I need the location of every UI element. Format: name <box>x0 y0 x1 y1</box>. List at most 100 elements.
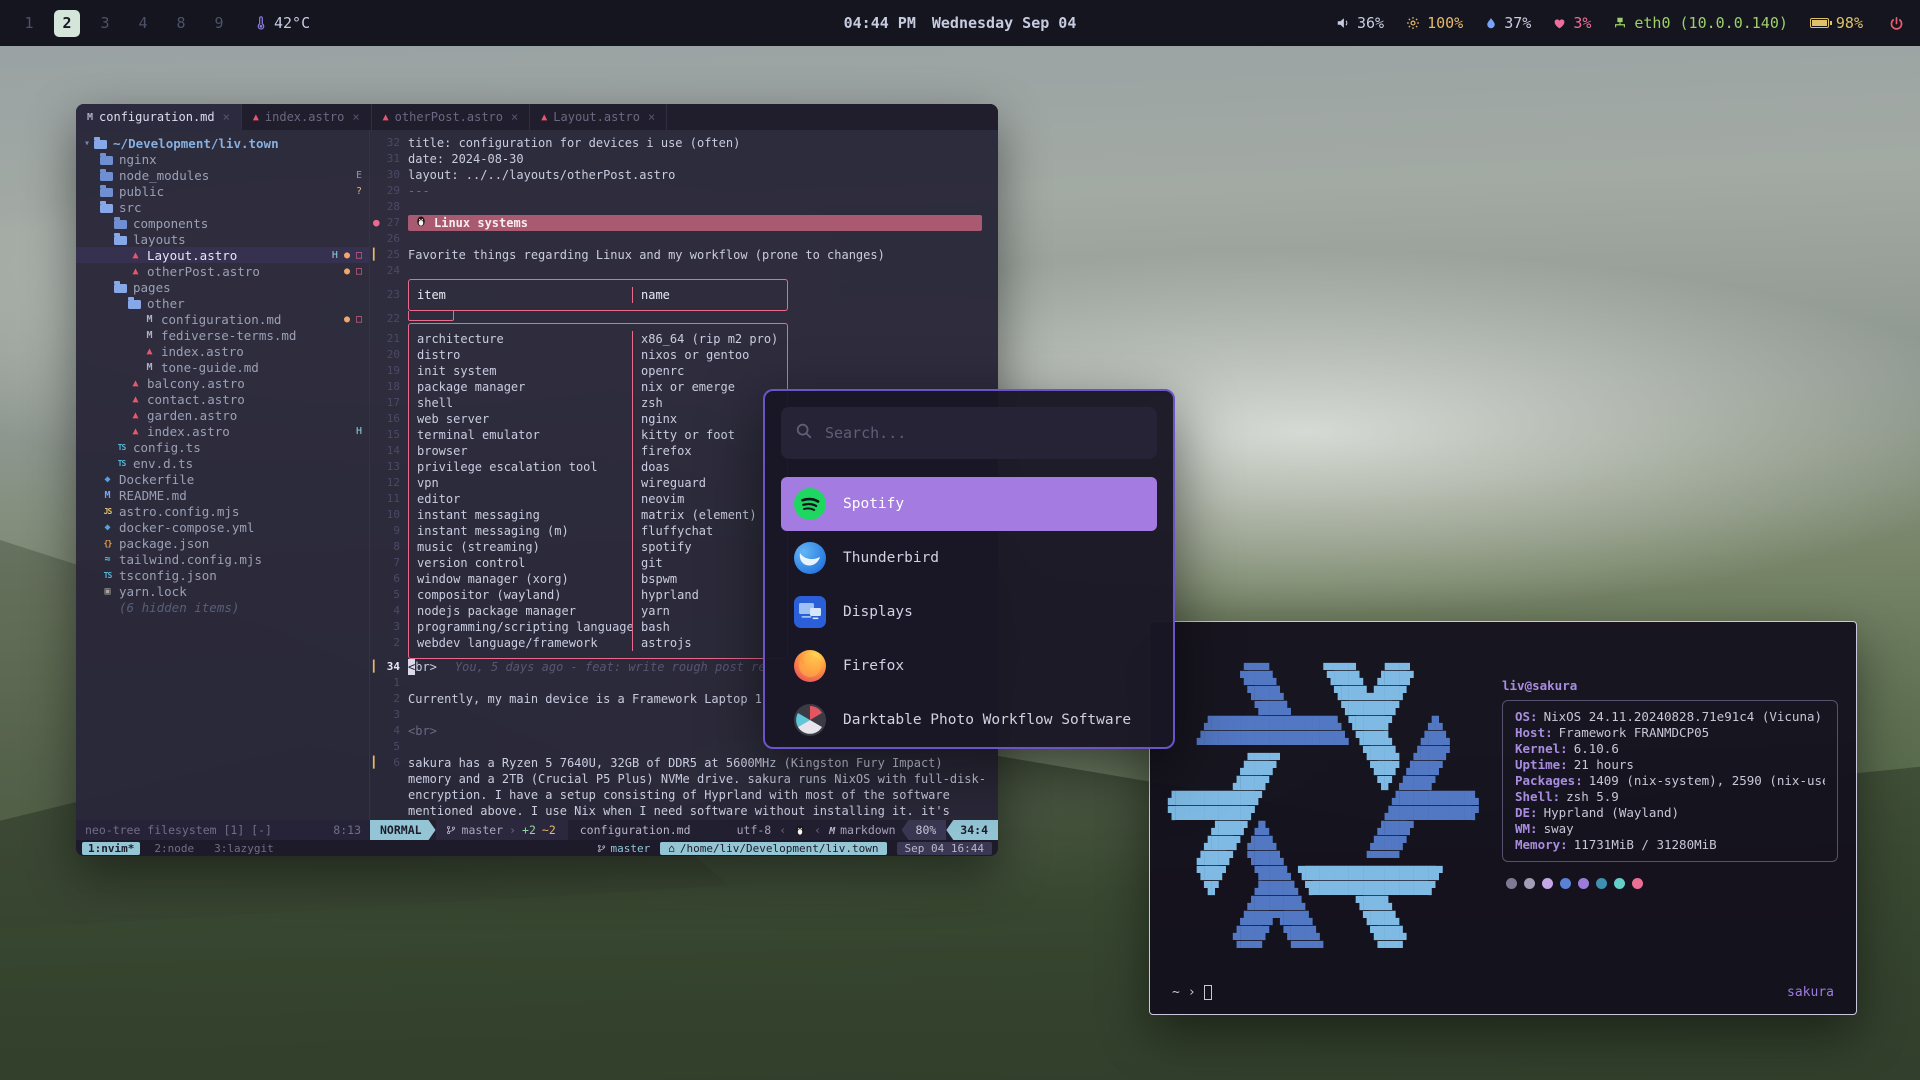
tree-item-label: tailwind.config.mjs <box>119 552 262 567</box>
tree-item-other[interactable]: other <box>76 295 369 311</box>
tree-item-6-hidden-items[interactable]: (6 hidden items) <box>76 599 369 615</box>
buffer-line: 32title: configuration for devices i use… <box>370 135 986 151</box>
tree-item-env.d.ts[interactable]: TSenv.d.ts <box>76 455 369 471</box>
tree-item-components[interactable]: components <box>76 215 369 231</box>
volume-module[interactable]: 36% <box>1336 14 1384 32</box>
tree-item-astro.config.mjs[interactable]: JSastro.config.mjs <box>76 503 369 519</box>
diff-added-count: +2 <box>522 823 536 837</box>
tree-item-layout.astro[interactable]: ▲Layout.astroH●□ <box>76 247 369 263</box>
tree-item-configuration.md[interactable]: Mconfiguration.md●□ <box>76 311 369 327</box>
tmux-window-3[interactable]: 3:lazygit <box>208 842 280 855</box>
launcher-item-spotify[interactable]: Spotify <box>781 477 1157 531</box>
tab-configuration.md[interactable]: Mconfiguration.md× <box>76 104 242 130</box>
launcher-item-darktable-photo-workflow-software[interactable]: Darktable Photo Workflow Software <box>781 693 1157 747</box>
search-input[interactable] <box>823 423 1143 443</box>
tree-item-label: index.astro <box>147 424 230 439</box>
separator-icon <box>509 823 516 837</box>
tree-item-tone-guide.md[interactable]: Mtone-guide.md <box>76 359 369 375</box>
field-label: Packages: <box>1515 773 1583 789</box>
buffer-line <box>370 303 986 311</box>
launcher-item-firefox[interactable]: Firefox <box>781 639 1157 693</box>
workspace-4[interactable]: 4 <box>130 10 156 37</box>
tree-item-index.astro[interactable]: ▲index.astroH <box>76 423 369 439</box>
tree-item-docker-compose.yml[interactable]: ◆docker-compose.yml <box>76 519 369 535</box>
fetch-field-wm: WM:sway <box>1515 821 1825 837</box>
field-label: WM: <box>1515 821 1538 837</box>
tree-item-garden.astro[interactable]: ▲garden.astro <box>76 407 369 423</box>
line-number: 4 <box>370 723 400 739</box>
table-row: init systemopenrc <box>408 363 788 379</box>
astro-icon: ▲ <box>142 346 157 357</box>
tree-item-contact.astro[interactable]: ▲contact.astro <box>76 391 369 407</box>
tree-item-label: tsconfig.json <box>119 568 217 583</box>
buffer-text: date: 2024-08-30 <box>408 151 524 167</box>
folder-open-icon <box>94 140 107 149</box>
close-icon[interactable]: × <box>223 110 230 124</box>
buffer-text: title: configuration for devices i use (… <box>408 135 740 151</box>
close-icon[interactable]: × <box>648 110 655 124</box>
launcher-search[interactable] <box>781 407 1157 459</box>
tree-item-dockerfile[interactable]: ◆Dockerfile <box>76 471 369 487</box>
tmux-window-2[interactable]: 2:node <box>148 842 200 855</box>
tree-item-label: pages <box>133 280 171 295</box>
tree-item-public[interactable]: public? <box>76 183 369 199</box>
tmux-window-1[interactable]: 1:nvim* <box>82 842 140 855</box>
tree-item-tsconfig.json[interactable]: TStsconfig.json <box>76 567 369 583</box>
speaker-icon <box>1336 16 1350 30</box>
tree-item-package.json[interactable]: {}package.json <box>76 535 369 551</box>
field-label: Uptime: <box>1515 757 1568 773</box>
launcher-item-thunderbird[interactable]: Thunderbird <box>781 531 1157 585</box>
tree-item-tailwind.config.mjs[interactable]: ≈tailwind.config.mjs <box>76 551 369 567</box>
battery-module[interactable]: 98% <box>1810 14 1863 32</box>
tree-item-label: env.d.ts <box>133 456 193 471</box>
tree-root[interactable]: ▾~/Development/liv.town <box>76 135 369 151</box>
table-border <box>408 323 788 331</box>
workspace-8[interactable]: 8 <box>168 10 194 37</box>
table-cell-item: version control <box>409 555 633 571</box>
tree-item-src[interactable]: src <box>76 199 369 215</box>
line-number: 18 <box>370 379 400 395</box>
tree-item-label: configuration.md <box>161 312 281 327</box>
disk-module[interactable]: 37% <box>1485 14 1531 32</box>
close-icon[interactable]: × <box>352 110 359 124</box>
shell-prompt[interactable]: ~ › sakura <box>1172 985 1834 1000</box>
network-module[interactable]: eth0 (10.0.0.140) <box>1613 14 1788 32</box>
launcher-item-displays[interactable]: Displays <box>781 585 1157 639</box>
tree-item-layouts[interactable]: layouts <box>76 231 369 247</box>
buffer-paragraph: sakura has a Ryzen 5 7640U, 32GB of DDR5… <box>408 755 986 820</box>
temperature-module[interactable]: 42°C <box>254 14 310 32</box>
workspace-1[interactable]: 1 <box>16 10 42 37</box>
workspace-9[interactable]: 9 <box>206 10 232 37</box>
power-module[interactable] <box>1889 16 1904 31</box>
tmux-branch-name: master <box>610 842 650 855</box>
close-icon[interactable]: × <box>511 110 518 124</box>
tree-item-index.astro[interactable]: ▲index.astro <box>76 343 369 359</box>
tree-item-fediverse-terms.md[interactable]: Mfediverse-terms.md <box>76 327 369 343</box>
tab-layout.astro[interactable]: ▲Layout.astro× <box>530 104 667 130</box>
table-cell-item: vpn <box>409 475 633 491</box>
tab-index.astro[interactable]: ▲index.astro× <box>242 104 372 130</box>
folder-open-icon <box>128 300 141 309</box>
clock[interactable]: 04:44 PM Wednesday Sep 04 <box>844 14 1077 32</box>
astro-icon: ▲ <box>128 394 143 405</box>
table-border <box>408 651 788 659</box>
table-cell-item: music (streaming) <box>409 539 633 555</box>
markdown-icon: M <box>87 112 93 123</box>
tree-item-node-modules[interactable]: node_modulesE <box>76 167 369 183</box>
tree-item-config.ts[interactable]: TSconfig.ts <box>76 439 369 455</box>
tree-item-pages[interactable]: pages <box>76 279 369 295</box>
brightness-module[interactable]: 100% <box>1406 14 1463 32</box>
tree-item-yarn.lock[interactable]: ▣yarn.lock <box>76 583 369 599</box>
tree-item-label: garden.astro <box>147 408 237 423</box>
palette-color-6 <box>1614 878 1625 889</box>
tree-item-balcony.astro[interactable]: ▲balcony.astro <box>76 375 369 391</box>
workspace-2[interactable]: 2 <box>54 10 80 37</box>
tree-item-nginx[interactable]: nginx <box>76 151 369 167</box>
volume-value: 36% <box>1357 14 1384 32</box>
tree-item-otherpost.astro[interactable]: ▲otherPost.astro●□ <box>76 263 369 279</box>
tree-item-readme.md[interactable]: MREADME.md <box>76 487 369 503</box>
table-row: window manager (xorg)bspwm <box>408 571 788 587</box>
workspace-3[interactable]: 3 <box>92 10 118 37</box>
cpu-module[interactable]: 3% <box>1553 14 1591 32</box>
tab-otherpost.astro[interactable]: ▲otherPost.astro× <box>372 104 531 130</box>
